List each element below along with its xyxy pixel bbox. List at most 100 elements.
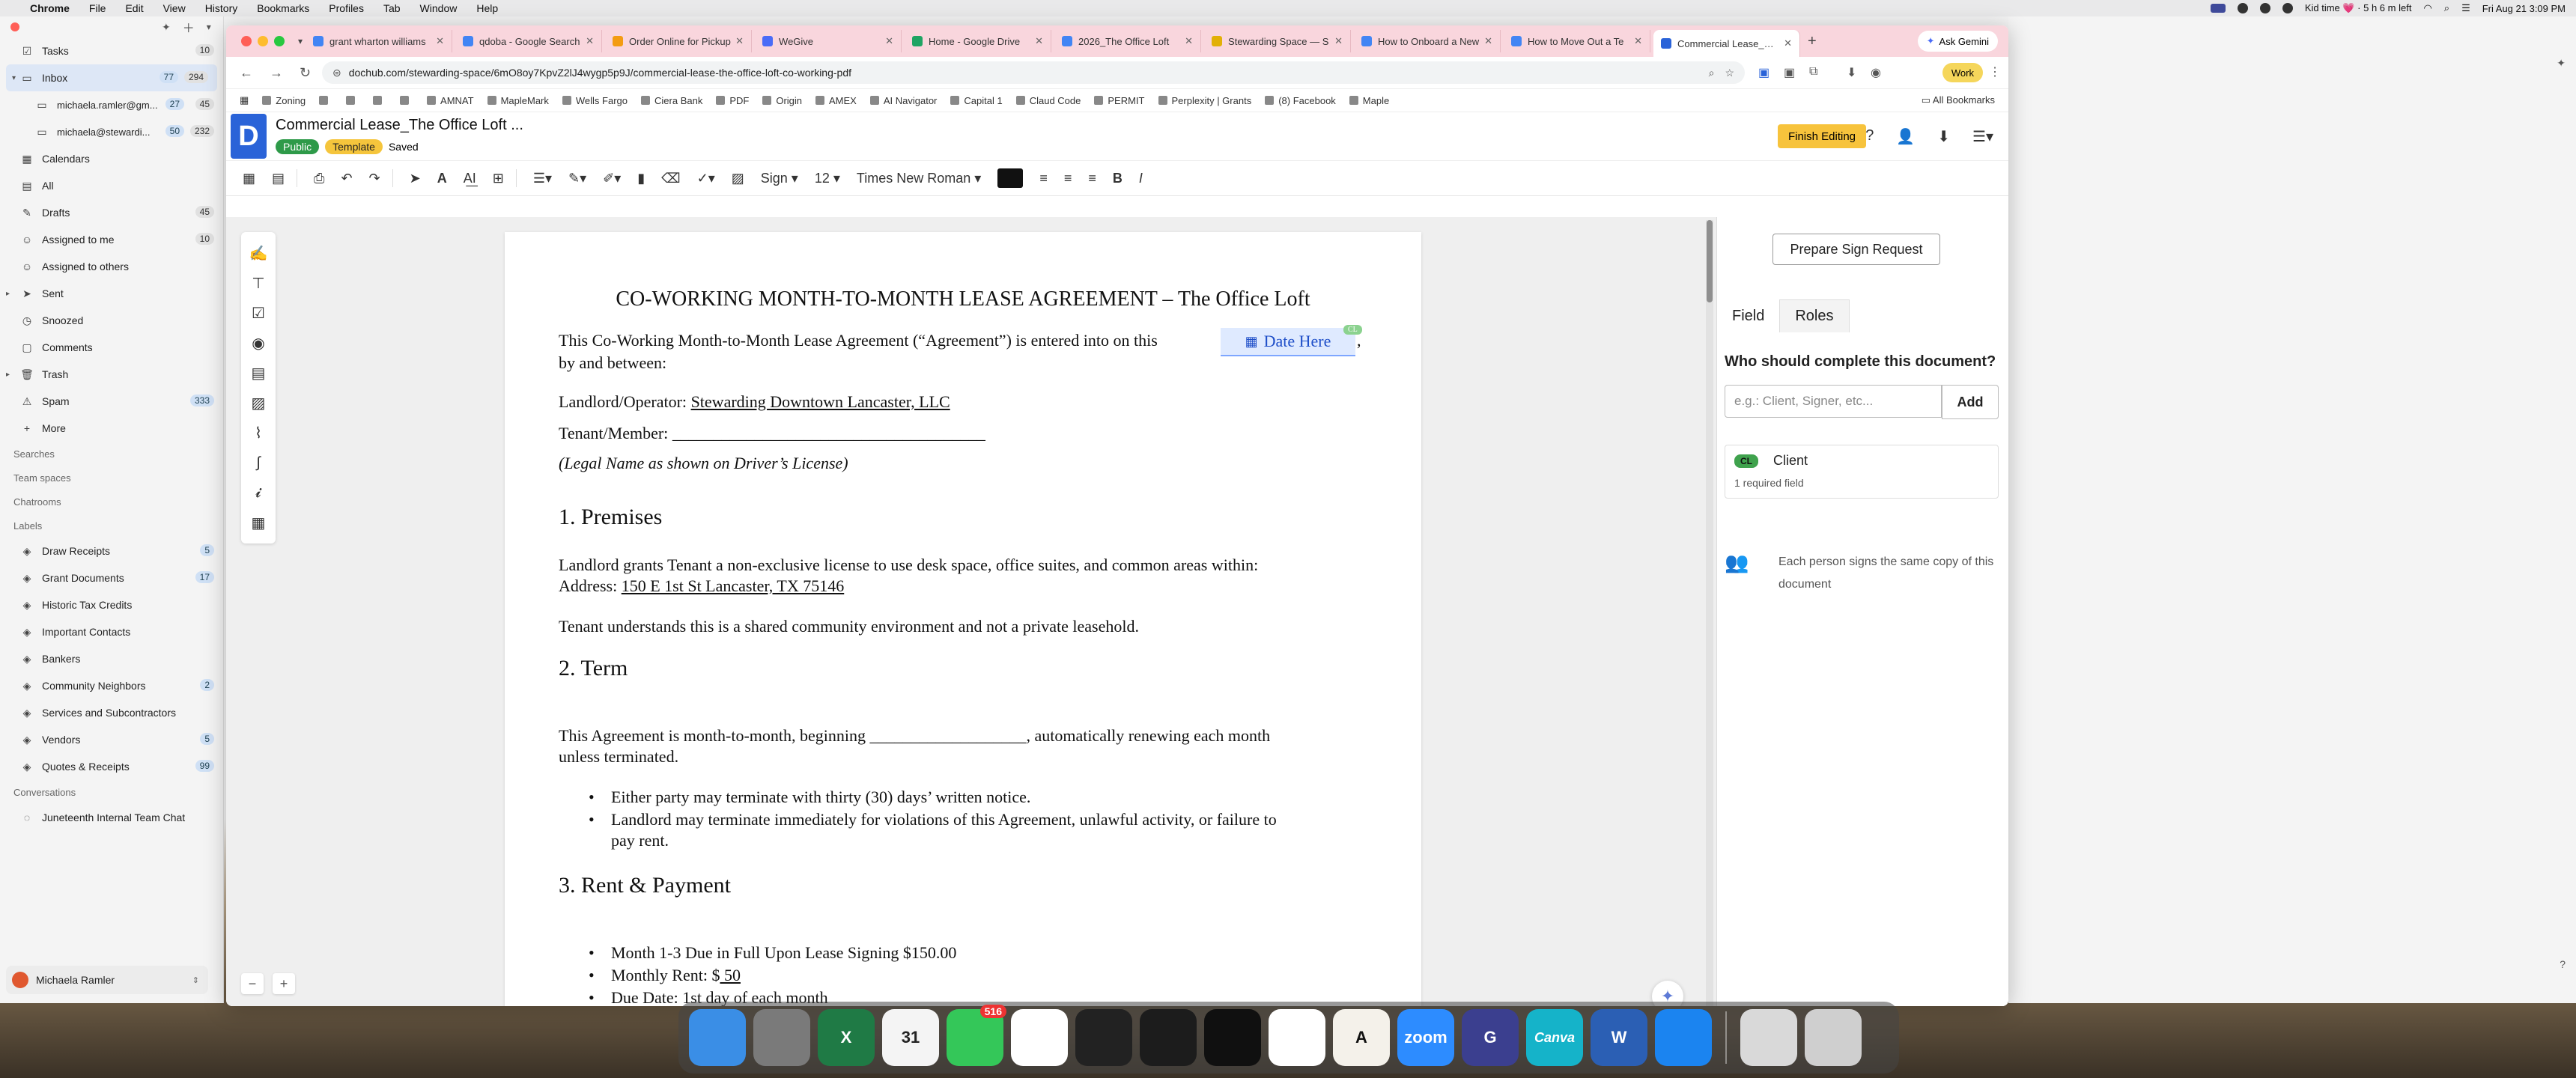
signature-icon[interactable]: ∫ bbox=[247, 448, 270, 478]
chevron-right-icon[interactable]: ▸ bbox=[6, 290, 10, 298]
checkbox-field-icon[interactable]: ☑ bbox=[247, 298, 270, 328]
landlord-value[interactable]: Stewarding Downtown Lancaster, LLC bbox=[691, 392, 950, 411]
profile-button[interactable]: Work bbox=[1942, 63, 1983, 82]
pen-icon[interactable]: ✎▾ bbox=[568, 171, 586, 186]
dochub-logo[interactable]: D bbox=[231, 114, 267, 159]
font-size-dropdown[interactable]: 12 ▾ bbox=[815, 171, 840, 186]
sidebar-account[interactable]: ▭ michaela.ramler@gm... 27 45 bbox=[0, 91, 223, 118]
browser-tab[interactable]: Order Online for Pickup ✕ bbox=[605, 30, 753, 52]
user-menu[interactable]: Michaela Ramler ⇕ bbox=[6, 966, 208, 994]
document-scrollbar[interactable] bbox=[1706, 220, 1713, 1006]
status-extra-icon[interactable] bbox=[2237, 3, 2248, 13]
attachment-field-icon[interactable]: ⌇ bbox=[247, 418, 270, 448]
browser-tab[interactable]: How to Move Out a Te ✕ bbox=[1504, 30, 1651, 52]
label-item[interactable]: ◈ Bankers bbox=[0, 645, 223, 672]
bookmark-item[interactable]: Maple bbox=[1349, 95, 1389, 106]
tenant-blank[interactable]: ______________________________________ bbox=[672, 424, 985, 442]
dock-app-trash[interactable] bbox=[1805, 1009, 1862, 1066]
bold-icon[interactable]: B bbox=[1113, 171, 1123, 186]
bookmark-item[interactable]: PDF bbox=[716, 95, 749, 106]
dock-app-whatsapp[interactable] bbox=[1204, 1009, 1261, 1066]
label-item[interactable]: ◈ Grant Documents 17 bbox=[0, 564, 223, 591]
close-icon[interactable]: ✕ bbox=[1185, 35, 1193, 47]
dock-app-excel[interactable]: X bbox=[818, 1009, 875, 1066]
kebab-menu-icon[interactable]: ⋮ bbox=[1989, 64, 2001, 79]
text-color-swatch[interactable] bbox=[997, 168, 1024, 188]
section-conversations[interactable]: Conversations bbox=[0, 780, 223, 804]
signing-mode-option[interactable]: 👥 Each person signs the same copy of thi… bbox=[1725, 551, 2002, 603]
chevron-right-icon[interactable]: ▸ bbox=[6, 371, 10, 379]
document-title[interactable]: Commercial Lease_The Office Loft ... bbox=[276, 117, 523, 134]
zoom-icon[interactable]: ⌕ bbox=[1709, 67, 1715, 79]
label-item[interactable]: ◈ Important Contacts bbox=[0, 618, 223, 645]
sidebar-item-calendars[interactable]: ▦ Calendars bbox=[0, 145, 223, 172]
close-icon[interactable] bbox=[10, 22, 19, 31]
menu-app-name[interactable]: Chrome bbox=[30, 2, 70, 14]
text-tool-icon[interactable]: A bbox=[437, 171, 447, 186]
bookmark-star-icon[interactable]: ☆ bbox=[1725, 67, 1734, 79]
bookmark-item[interactable]: Wells Fargo bbox=[562, 95, 628, 106]
bookmark-item[interactable] bbox=[346, 96, 359, 105]
bookmark-item[interactable]: AMEX bbox=[815, 95, 857, 106]
dock-app-voice-memos[interactable] bbox=[1140, 1009, 1197, 1066]
close-icon[interactable]: ✕ bbox=[1035, 35, 1043, 47]
sidebar-item-assigned-to-others[interactable]: ☺ Assigned to others bbox=[0, 253, 223, 280]
sidebar-item-comments[interactable]: ▢ Comments bbox=[0, 334, 223, 361]
reload-button[interactable]: ↻ bbox=[300, 65, 311, 81]
dock-app-word[interactable]: W bbox=[1591, 1009, 1647, 1066]
label-item[interactable]: ◈ Services and Subcontractors bbox=[0, 699, 223, 726]
sidebar-item-inbox[interactable]: ▾ ▭ Inbox 77 294 bbox=[6, 64, 217, 91]
dock-app-anthropic[interactable]: A bbox=[1333, 1009, 1390, 1066]
bookmark-item[interactable]: Perplexity | Grants bbox=[1158, 95, 1251, 106]
menu-file[interactable]: File bbox=[89, 2, 106, 14]
close-icon[interactable]: ✕ bbox=[586, 35, 594, 47]
sidebar-item-assigned-to-me[interactable]: ☺ Assigned to me 10 bbox=[0, 226, 223, 253]
bookmark-item[interactable]: MapleMark bbox=[487, 95, 549, 106]
image-field-icon[interactable]: ▨ bbox=[247, 388, 270, 418]
notifications-icon[interactable]: ✦ bbox=[162, 21, 171, 34]
undo-icon[interactable]: ↶ bbox=[341, 171, 352, 186]
dock-app-clickup[interactable] bbox=[1011, 1009, 1068, 1066]
menu-edit[interactable]: Edit bbox=[125, 2, 143, 14]
dock-app-calendar[interactable]: 31 bbox=[882, 1009, 939, 1066]
checkmark-icon[interactable]: ✓▾ bbox=[697, 171, 715, 186]
prepare-sign-request-button[interactable]: Prepare Sign Request bbox=[1772, 234, 1940, 265]
dock-app-chrome[interactable] bbox=[1269, 1009, 1325, 1066]
search-icon[interactable]: ⌕ bbox=[2444, 2, 2449, 14]
bookmark-item[interactable]: Origin bbox=[762, 95, 802, 106]
label-item[interactable]: ◈ Historic Tax Credits bbox=[0, 591, 223, 618]
bookmark-item[interactable] bbox=[400, 96, 413, 105]
browser-tab[interactable]: WeGive ✕ bbox=[755, 30, 902, 52]
zoom-window-button[interactable] bbox=[274, 36, 285, 46]
close-icon[interactable]: ✕ bbox=[885, 35, 893, 47]
status-app-icon[interactable] bbox=[2210, 4, 2226, 13]
align-right-icon[interactable]: ≡ bbox=[1088, 171, 1096, 186]
list-icon[interactable]: ☰▾ bbox=[533, 171, 552, 186]
extension-icon[interactable]: ▣ bbox=[1758, 65, 1770, 80]
menu-history[interactable]: History bbox=[205, 2, 238, 14]
dock-app-launchpad[interactable] bbox=[753, 1009, 810, 1066]
control-center-icon[interactable]: ☰ bbox=[2461, 2, 2470, 14]
document-page[interactable]: CO-WORKING MONTH-TO-MONTH LEASE AGREEMEN… bbox=[505, 232, 1421, 1006]
finish-editing-button[interactable]: Finish Editing bbox=[1777, 124, 1866, 148]
radio-field-icon[interactable]: ◉ bbox=[247, 328, 270, 358]
browser-tab[interactable]: grant wharton williams ✕ bbox=[306, 30, 453, 52]
signature-field-icon[interactable]: ✍ bbox=[247, 238, 270, 268]
dock-app-preview[interactable] bbox=[1740, 1009, 1797, 1066]
tab-field[interactable]: Field bbox=[1717, 299, 1779, 332]
bookmark-item[interactable]: AI Navigator bbox=[869, 95, 937, 106]
help-icon[interactable]: ? bbox=[1865, 127, 1874, 146]
public-badge[interactable]: Public bbox=[276, 139, 320, 154]
bookmark-item[interactable]: PERMIT bbox=[1094, 95, 1145, 106]
forward-button[interactable]: → bbox=[270, 65, 283, 81]
close-icon[interactable]: ✕ bbox=[436, 35, 444, 47]
zoom-in-button[interactable]: + bbox=[273, 973, 295, 994]
pin-icon[interactable]: ✦ bbox=[2557, 57, 2566, 70]
screen-time-status[interactable]: Kid time 💗 · 5 h 6 m left bbox=[2305, 2, 2412, 14]
site-info-icon[interactable]: ⊜ bbox=[332, 67, 341, 79]
dropdown-field-icon[interactable]: ▤ bbox=[247, 358, 270, 388]
new-tab-button[interactable]: + bbox=[1808, 33, 1817, 50]
conversation-item[interactable]: ◌ Juneteenth Internal Team Chat bbox=[0, 804, 223, 831]
bookmark-item[interactable] bbox=[319, 96, 332, 105]
label-item[interactable]: ◈ Community Neighbors 2 bbox=[0, 672, 223, 699]
